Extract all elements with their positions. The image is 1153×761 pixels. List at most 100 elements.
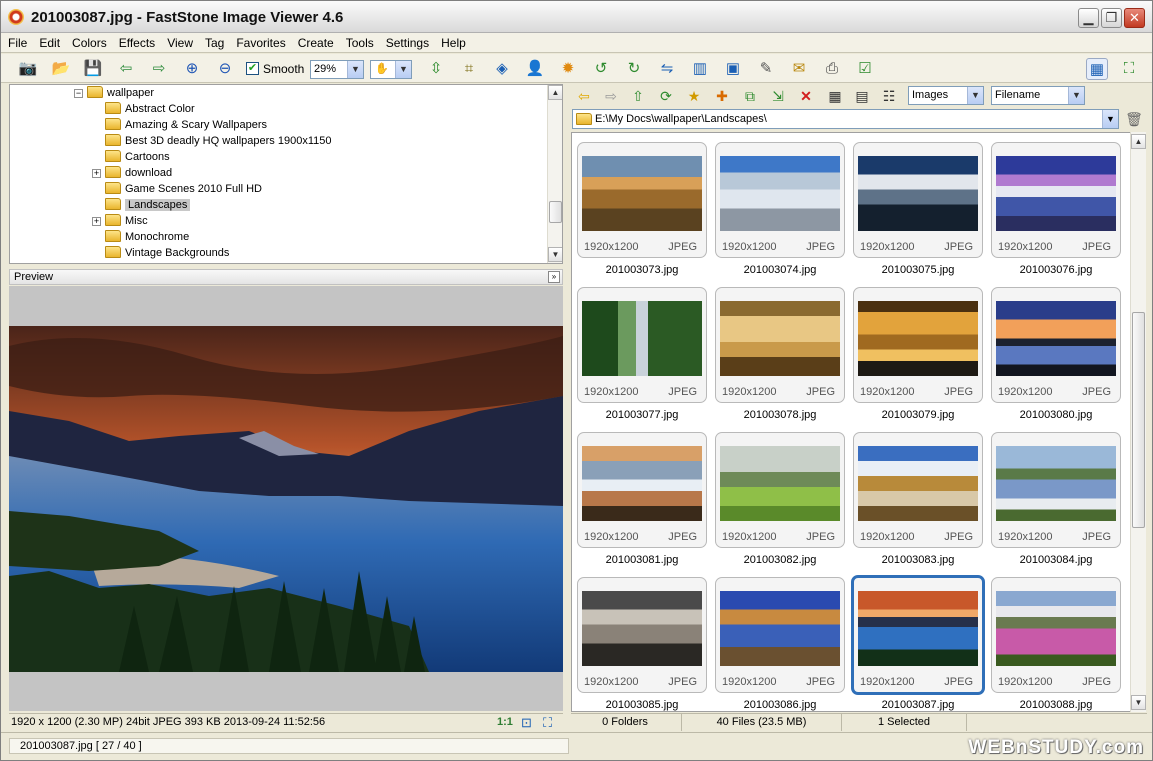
chevron-down-icon[interactable]: ▼ (1102, 110, 1118, 128)
chevron-down-icon[interactable]: ▼ (395, 61, 411, 78)
slideshow-icon[interactable]: ▣ (722, 58, 744, 80)
thumbnail-card[interactable]: 1920x1200 JPEG (577, 432, 707, 548)
flip-horizontal-icon[interactable]: ⇋ (656, 58, 678, 80)
rotate-left-icon[interactable]: ↺ (590, 58, 612, 80)
fit-window-icon[interactable]: ⊡ (521, 714, 532, 731)
scroll-down-icon[interactable]: ▼ (1131, 695, 1146, 710)
thumbnail-scrollbar[interactable]: ▲ ▼ (1130, 132, 1146, 712)
thumbnail-card[interactable]: 1920x1200 JPEG (991, 287, 1121, 403)
draw-icon[interactable]: ✎ (755, 58, 777, 80)
layout-icon[interactable]: ▦ (1086, 58, 1108, 80)
menu-tag[interactable]: Tag (198, 33, 229, 50)
scrollbar-thumb[interactable] (1132, 312, 1145, 528)
tree-item[interactable]: Game Scenes 2010 Full HD (105, 181, 262, 197)
thumbnail-card-selected[interactable]: 1920x1200 JPEG (851, 575, 985, 695)
open-folder-icon[interactable]: 📂 (50, 58, 72, 80)
thumbnail-view-icon[interactable]: ▦ (825, 86, 845, 106)
expand-icon[interactable]: + (92, 217, 101, 226)
thumbnail-filename[interactable]: 201003080.jpg (991, 409, 1121, 421)
sun-effects-icon[interactable]: ✹ (557, 58, 579, 80)
hand-tool-select[interactable]: ✋ ▼ (370, 60, 412, 79)
actual-size-button[interactable]: 1:1 (497, 714, 513, 731)
collapse-preview-icon[interactable]: » (548, 271, 560, 283)
save-icon[interactable]: 💾 (82, 58, 104, 80)
menu-edit[interactable]: Edit (32, 33, 65, 50)
tag-check-icon[interactable]: ☑ (854, 58, 876, 80)
thumbnail-filename[interactable]: 201003074.jpg (715, 264, 845, 276)
recycle-bin-icon[interactable]: 🗑 (1125, 110, 1143, 128)
new-folder-icon[interactable]: ✚ (712, 86, 732, 106)
scroll-up-icon[interactable]: ▲ (1131, 134, 1146, 149)
chevron-down-icon[interactable]: ▼ (1068, 87, 1084, 104)
scroll-down-icon[interactable]: ▼ (548, 247, 562, 262)
resize-icon[interactable]: ⇳ (425, 58, 447, 80)
tree-item-selected[interactable]: Landscapes (105, 197, 191, 213)
zoom-select[interactable]: 29% ▼ (310, 60, 364, 79)
tree-scrollbar[interactable]: ▲ ▼ (547, 85, 562, 263)
rotate-right-icon[interactable]: ↻ (623, 58, 645, 80)
tree-item[interactable]: Vintage Backgrounds (105, 245, 229, 261)
sort-select[interactable]: Filename ▼ (991, 86, 1085, 105)
thumbnail-card[interactable]: 1920x1200 JPEG (577, 577, 707, 693)
thumbnail-filename[interactable]: 201003079.jpg (853, 409, 983, 421)
print-icon[interactable]: ⎙ (821, 58, 843, 80)
zoom-in-icon[interactable]: ⊕ (181, 58, 203, 80)
thumbnail-card[interactable]: 1920x1200 JPEG (715, 432, 845, 548)
expand-icon[interactable]: + (92, 169, 101, 178)
thumbnail-card[interactable]: 1920x1200 JPEG (991, 577, 1121, 693)
zoom-out-icon[interactable]: ⊖ (214, 58, 236, 80)
forward-arrow-icon[interactable]: ⇨ (601, 86, 621, 106)
thumbnail-card[interactable]: 1920x1200 JPEG (715, 287, 845, 403)
refresh-folder-icon[interactable]: ⟳ (656, 86, 676, 106)
next-image-icon[interactable]: ⇨ (148, 58, 170, 80)
back-arrow-icon[interactable]: ⇦ (574, 86, 594, 106)
collapse-icon[interactable]: − (74, 89, 83, 98)
folder-tree[interactable]: − wallpaper Abstract Color Amazing & Sca… (9, 84, 563, 264)
preview-pane[interactable] (9, 286, 563, 711)
path-field[interactable]: E:\My Docs\wallpaper\Landscapes\ ▼ (572, 109, 1119, 129)
list-view-icon[interactable]: ▤ (852, 86, 872, 106)
tree-item-wallpaper[interactable]: wallpaper (87, 85, 154, 101)
thumbnail-filename[interactable]: 201003088.jpg (991, 699, 1121, 711)
menu-favorites[interactable]: Favorites (229, 33, 290, 50)
stretch-icon[interactable]: ⛶ (543, 714, 552, 731)
thumbnail-card[interactable]: 1920x1200 JPEG (577, 142, 707, 258)
thumbnail-grid[interactable]: 1920x1200 JPEG 201003073.jpg 1920x1200 J… (571, 132, 1131, 712)
menu-colors[interactable]: Colors (65, 33, 112, 50)
move-to-icon[interactable]: ⇲ (768, 86, 788, 106)
scroll-up-icon[interactable]: ▲ (548, 85, 562, 100)
thumbnail-card[interactable]: 1920x1200 JPEG (715, 577, 845, 693)
thumbnail-filename[interactable]: 201003083.jpg (853, 554, 983, 566)
smooth-checkbox[interactable]: ✔ (246, 62, 259, 75)
thumbnail-filename[interactable]: 201003075.jpg (853, 264, 983, 276)
color-adjust-icon[interactable]: ◈ (491, 58, 513, 80)
close-button[interactable]: ✕ (1124, 8, 1145, 28)
thumbnail-filename[interactable]: 201003081.jpg (577, 554, 707, 566)
tree-item[interactable]: Misc (105, 213, 148, 229)
crop-icon[interactable]: ⌗ (458, 58, 480, 80)
fullscreen-icon[interactable]: ⛶ (1118, 58, 1140, 80)
thumbnail-card[interactable]: 1920x1200 JPEG (991, 432, 1121, 548)
thumbnail-filename[interactable]: 201003085.jpg (577, 699, 707, 711)
tree-item[interactable]: download (105, 165, 172, 181)
thumbnail-filename[interactable]: 201003084.jpg (991, 554, 1121, 566)
copy-to-icon[interactable]: ⧉ (740, 86, 760, 106)
chevron-down-icon[interactable]: ▼ (347, 61, 363, 78)
favorites-folder-icon[interactable]: ★ (684, 86, 704, 106)
filmstrip-icon[interactable]: ▥ (689, 58, 711, 80)
thumbnail-filename[interactable]: 201003086.jpg (715, 699, 845, 711)
minimize-button[interactable]: ▁ (1078, 8, 1099, 28)
chevron-down-icon[interactable]: ▼ (967, 87, 983, 104)
maximize-button[interactable]: ❐ (1101, 8, 1122, 28)
tree-item[interactable]: Best 3D deadly HQ wallpapers 1900x1150 (105, 133, 331, 149)
menu-help[interactable]: Help (434, 33, 471, 50)
tree-item[interactable]: Abstract Color (105, 101, 195, 117)
thumbnail-card[interactable]: 1920x1200 JPEG (853, 287, 983, 403)
scrollbar-thumb[interactable] (549, 201, 562, 223)
tree-item[interactable]: Monochrome (105, 229, 189, 245)
title-bar[interactable]: 201003087.jpg - FastStone Image Viewer 4… (1, 1, 1152, 33)
thumbnail-card[interactable]: 1920x1200 JPEG (991, 142, 1121, 258)
thumbnail-filename[interactable]: 201003082.jpg (715, 554, 845, 566)
tree-item[interactable]: Amazing & Scary Wallpapers (105, 117, 267, 133)
contact-person-icon[interactable]: 👤 (524, 58, 546, 80)
